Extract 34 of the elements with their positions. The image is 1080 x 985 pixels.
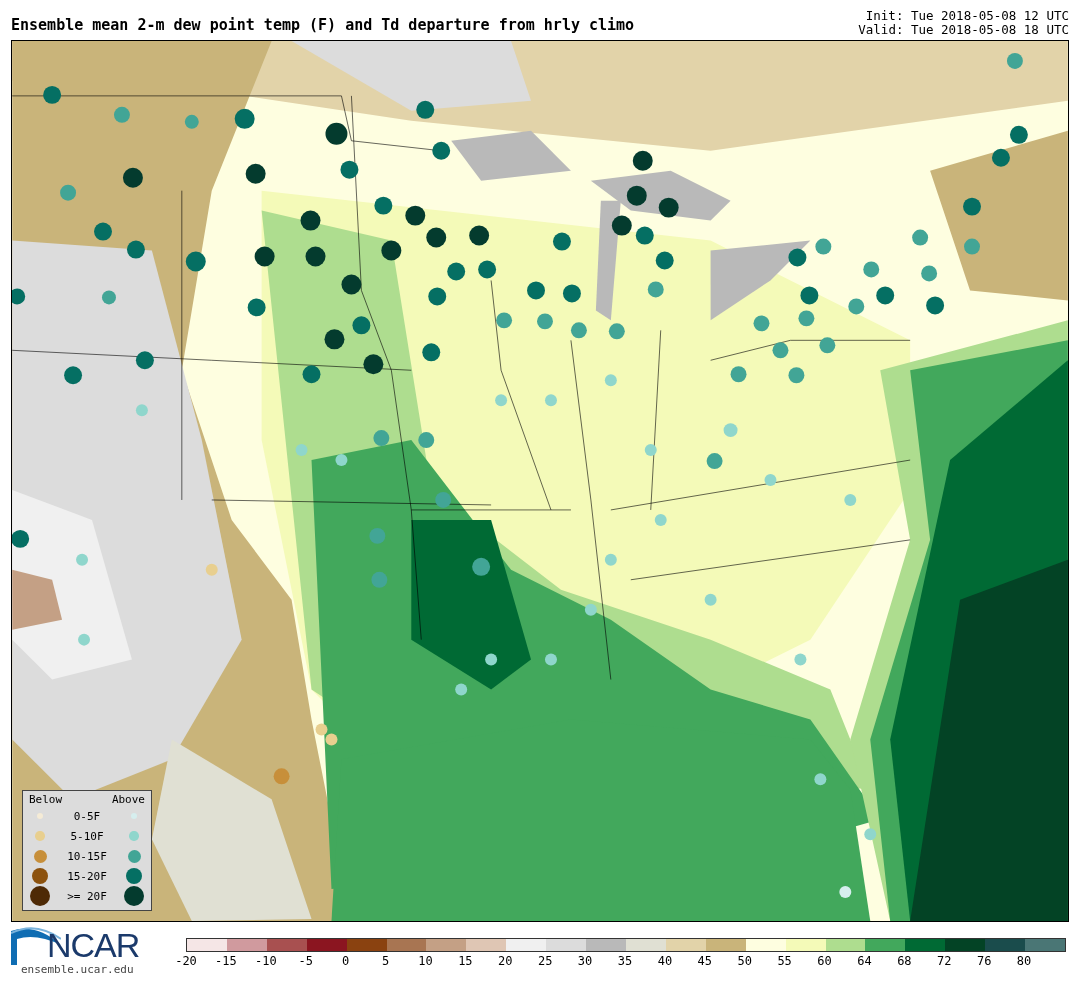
tick-label: 72	[937, 954, 952, 968]
tick-label: 20	[498, 954, 513, 968]
tick-label: -15	[215, 954, 237, 968]
tick-label: 50	[737, 954, 752, 968]
logo-text: NCAR	[47, 925, 140, 965]
tick-label: 25	[537, 954, 553, 968]
website-url: ensemble.ucar.edu	[21, 963, 135, 976]
legend-header: Above	[111, 793, 145, 806]
tick-label: 35	[617, 954, 633, 968]
tick-label: 80	[1016, 954, 1032, 968]
init-time: Init: Tue 2018-05-08 12 UTC	[865, 9, 1069, 23]
tick-label: 55	[777, 954, 792, 968]
tick-label: -10	[254, 954, 277, 968]
tick-label: 60	[817, 954, 832, 968]
legend-label: 15-20F	[66, 869, 108, 883]
tick-label: 45	[697, 954, 713, 968]
legend-header: Below	[29, 793, 63, 806]
tick-label: 40	[657, 954, 673, 968]
legend-label: 10-15F	[66, 849, 108, 863]
tick-label: -5	[298, 954, 313, 968]
tick-label: -20	[175, 954, 197, 968]
tick-label: 30	[577, 954, 593, 968]
tick-label: 5	[381, 954, 390, 968]
tick-label: 64	[857, 954, 872, 968]
legend-label: 0-5F	[72, 809, 102, 823]
tick-label: 15	[458, 954, 473, 968]
valid-time: Valid: Tue 2018-05-08 18 UTC	[858, 23, 1069, 37]
tick-label: 0	[342, 954, 350, 968]
legend-label: 5-10F	[69, 829, 105, 843]
legend-label: >= 20F	[66, 889, 108, 903]
chart-title: Ensemble mean 2-m dew point temp (F) and Td departure from hrly climo	[11, 16, 635, 36]
tick-label: 68	[897, 954, 912, 968]
tick-label: 76	[976, 954, 992, 968]
tick-label: 10	[418, 954, 433, 968]
